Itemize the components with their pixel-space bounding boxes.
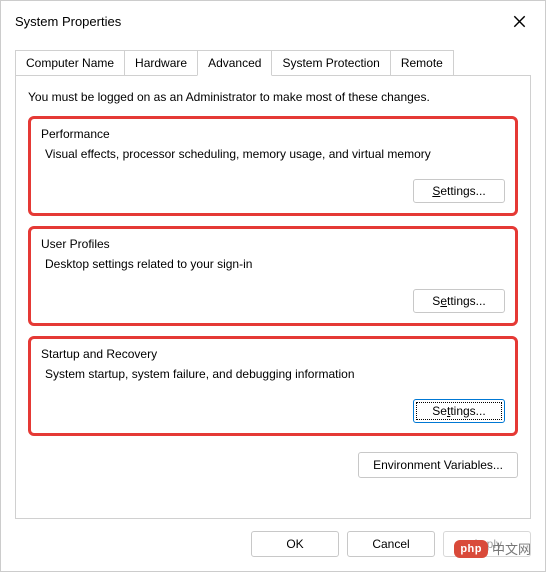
tab-label: Advanced: [208, 56, 261, 70]
tab-label: Hardware: [135, 56, 187, 70]
dialog-footer: OK Cancel Apply php 中文网: [1, 519, 545, 571]
button-row: Settings...: [41, 289, 505, 313]
close-button[interactable]: [505, 7, 533, 35]
user-profiles-settings-button[interactable]: Settings...: [413, 289, 505, 313]
tab-strip: Computer Name Hardware Advanced System P…: [15, 49, 531, 75]
environment-variables-button[interactable]: Environment Variables...: [358, 452, 518, 478]
env-button-row: Environment Variables...: [28, 452, 518, 478]
tab-label: System Protection: [282, 56, 379, 70]
dialog-content: Computer Name Hardware Advanced System P…: [1, 39, 545, 519]
tab-label: Computer Name: [26, 56, 114, 70]
button-label-rest: pply: [480, 537, 502, 551]
button-label-rest: tings...: [450, 404, 485, 418]
tab-advanced[interactable]: Advanced: [197, 50, 272, 76]
ok-button[interactable]: OK: [251, 531, 339, 557]
group-startup-recovery: Startup and Recovery System startup, sys…: [28, 336, 518, 436]
performance-settings-button[interactable]: Settings...: [413, 179, 505, 203]
cancel-button[interactable]: Cancel: [347, 531, 435, 557]
admin-notice: You must be logged on as an Administrato…: [28, 90, 518, 104]
button-label-rest: ttings...: [447, 294, 486, 308]
tab-remote[interactable]: Remote: [390, 50, 454, 75]
startup-settings-button[interactable]: Settings...: [413, 399, 505, 423]
group-performance: Performance Visual effects, processor sc…: [28, 116, 518, 216]
button-row: Settings...: [41, 399, 505, 423]
button-label-rest: vironment Variables...: [388, 458, 503, 472]
group-title: User Profiles: [41, 237, 505, 251]
group-title: Startup and Recovery: [41, 347, 505, 361]
tab-system-protection[interactable]: System Protection: [271, 50, 390, 75]
group-description: Visual effects, processor scheduling, me…: [41, 147, 505, 161]
titlebar: System Properties: [1, 1, 545, 39]
tab-label: Remote: [401, 56, 443, 70]
apply-button: Apply: [443, 531, 531, 557]
button-row: Settings...: [41, 179, 505, 203]
button-label-rest: ettings...: [440, 184, 485, 198]
close-icon: [513, 15, 526, 28]
group-title: Performance: [41, 127, 505, 141]
group-user-profiles: User Profiles Desktop settings related t…: [28, 226, 518, 326]
system-properties-dialog: System Properties Computer Name Hardware…: [0, 0, 546, 572]
tab-hardware[interactable]: Hardware: [124, 50, 198, 75]
tab-panel-advanced: You must be logged on as an Administrato…: [15, 75, 531, 519]
tab-computer-name[interactable]: Computer Name: [15, 50, 125, 75]
group-description: Desktop settings related to your sign-in: [41, 257, 505, 271]
window-title: System Properties: [15, 14, 121, 29]
group-description: System startup, system failure, and debu…: [41, 367, 505, 381]
